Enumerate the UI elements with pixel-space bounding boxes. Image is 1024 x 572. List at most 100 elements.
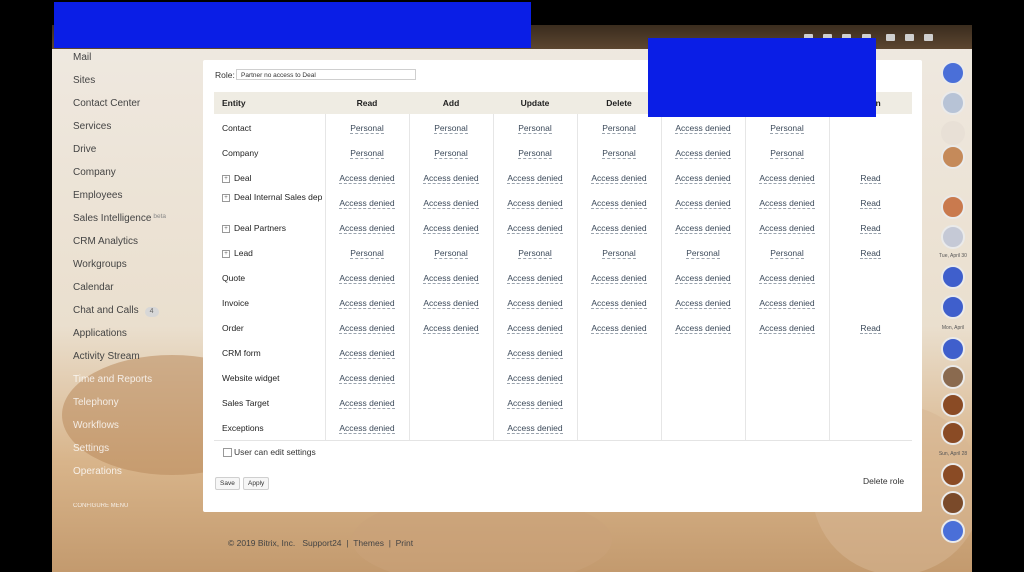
menu-item-time-and-reports[interactable]: Time and Reports xyxy=(73,374,152,385)
permission-link[interactable]: Access denied xyxy=(759,298,815,309)
permission-value[interactable]: Access denied xyxy=(325,348,409,359)
permission-link[interactable]: Access denied xyxy=(675,273,731,284)
permission-link[interactable]: Read xyxy=(860,223,881,234)
permission-link[interactable]: Access denied xyxy=(591,323,647,334)
print-link[interactable]: Print xyxy=(396,538,413,548)
permission-value[interactable]: Access denied xyxy=(325,373,409,384)
menu-item-workflows[interactable]: Workflows xyxy=(73,420,119,431)
phone-icon[interactable] xyxy=(941,491,965,515)
delete-role-link[interactable]: Delete role xyxy=(863,476,904,486)
permission-value[interactable]: Personal xyxy=(745,248,829,259)
permission-value[interactable]: Personal xyxy=(409,123,493,134)
themes-link[interactable]: Themes xyxy=(353,538,384,548)
menu-item-employees[interactable]: Employees xyxy=(73,190,122,201)
permission-link[interactable]: Personal xyxy=(350,123,384,134)
permission-link[interactable]: Personal xyxy=(602,148,636,159)
permission-link[interactable]: Access denied xyxy=(759,198,815,209)
permission-link[interactable]: Access denied xyxy=(339,323,395,334)
permission-link[interactable]: Access denied xyxy=(591,298,647,309)
apply-button[interactable]: Apply xyxy=(243,477,270,490)
permission-value[interactable]: Access denied xyxy=(409,323,493,334)
phone-icon[interactable] xyxy=(941,195,965,219)
permission-link[interactable]: Personal xyxy=(434,148,468,159)
menu-item-chat-and-calls[interactable]: Chat and Calls 4 xyxy=(73,305,159,317)
phone-icon[interactable] xyxy=(941,393,965,417)
expand-icon[interactable]: + xyxy=(222,225,230,233)
permission-value[interactable]: Personal xyxy=(493,123,577,134)
menu-item-calendar[interactable]: Calendar xyxy=(73,282,114,293)
permission-link[interactable]: Personal xyxy=(770,123,804,134)
permission-link[interactable]: Personal xyxy=(770,148,804,159)
permission-value[interactable]: Access denied xyxy=(493,273,577,284)
permission-link[interactable]: Access denied xyxy=(339,273,395,284)
permission-value[interactable]: Access denied xyxy=(577,173,661,184)
menu-item-applications[interactable]: Applications xyxy=(73,328,127,339)
permission-value[interactable]: Access denied xyxy=(325,323,409,334)
menu-item-crm-analytics[interactable]: CRM Analytics xyxy=(73,236,138,247)
permission-link[interactable]: Access denied xyxy=(423,223,479,234)
menu-item-settings[interactable]: Settings xyxy=(73,443,109,454)
permission-link[interactable]: Personal xyxy=(518,123,552,134)
permission-value[interactable]: Access denied xyxy=(745,273,829,284)
permission-value[interactable]: Personal xyxy=(745,123,829,134)
permission-value[interactable]: Access denied xyxy=(493,198,577,209)
permission-link[interactable]: Access denied xyxy=(339,198,395,209)
configure-menu-link[interactable]: CONFIGURE MENU xyxy=(73,503,128,509)
permission-link[interactable]: Access denied xyxy=(423,298,479,309)
permission-value[interactable]: Access denied xyxy=(577,298,661,309)
entity-name[interactable]: + Lead xyxy=(222,248,253,258)
permission-value[interactable]: Access denied xyxy=(661,173,745,184)
permission-value[interactable]: Personal xyxy=(409,148,493,159)
permission-value[interactable]: Access denied xyxy=(577,198,661,209)
permission-link[interactable]: Access denied xyxy=(675,198,731,209)
permission-value[interactable]: Access denied xyxy=(661,298,745,309)
permission-value[interactable]: Access denied xyxy=(409,273,493,284)
permission-value[interactable]: Access denied xyxy=(493,373,577,384)
permission-value[interactable]: Access denied xyxy=(325,173,409,184)
contact-avatar[interactable] xyxy=(941,365,965,389)
permission-value[interactable]: Access denied xyxy=(493,348,577,359)
toolbar-icon[interactable] xyxy=(905,34,914,41)
permission-link[interactable]: Access denied xyxy=(339,348,395,359)
role-name-input[interactable]: Partner no access to Deal xyxy=(236,69,416,80)
permission-link[interactable]: Access denied xyxy=(507,173,563,184)
permission-value[interactable]: Personal xyxy=(325,123,409,134)
permission-value[interactable]: Access denied xyxy=(661,273,745,284)
permission-value[interactable]: Access denied xyxy=(577,323,661,334)
permission-link[interactable]: Access denied xyxy=(675,298,731,309)
permission-link[interactable]: Access denied xyxy=(507,273,563,284)
permission-value[interactable]: Personal xyxy=(493,148,577,159)
magnifier-icon[interactable] xyxy=(941,121,965,145)
permission-value[interactable]: Access denied xyxy=(745,298,829,309)
permission-value[interactable]: Access denied xyxy=(577,223,661,234)
permission-link[interactable]: Access denied xyxy=(339,423,395,434)
permission-link[interactable]: Access denied xyxy=(591,223,647,234)
permission-link[interactable]: Access denied xyxy=(675,148,731,159)
permission-link[interactable]: Access denied xyxy=(423,323,479,334)
permission-value[interactable]: Access denied xyxy=(661,198,745,209)
expand-icon[interactable]: + xyxy=(222,250,230,258)
permission-link[interactable]: Personal xyxy=(770,248,804,259)
permission-value[interactable]: Access denied xyxy=(745,323,829,334)
user-can-edit-checkbox[interactable] xyxy=(223,448,232,457)
permission-value[interactable]: Access denied xyxy=(493,423,577,434)
notification-icon[interactable] xyxy=(941,61,965,85)
permission-link[interactable]: Access denied xyxy=(759,273,815,284)
entity-name[interactable]: + Deal xyxy=(222,173,251,183)
permission-link[interactable]: Access denied xyxy=(339,398,395,409)
permission-value[interactable]: Access denied xyxy=(325,398,409,409)
permission-value[interactable]: Read xyxy=(829,198,912,209)
permission-link[interactable]: Personal xyxy=(350,248,384,259)
permission-link[interactable]: Access denied xyxy=(507,348,563,359)
permission-link[interactable]: Read xyxy=(860,173,881,184)
permission-link[interactable]: Personal xyxy=(434,123,468,134)
phone-icon[interactable] xyxy=(941,145,965,169)
permission-link[interactable]: Access denied xyxy=(423,273,479,284)
permission-value[interactable]: Access denied xyxy=(661,148,745,159)
permission-value[interactable]: Read xyxy=(829,223,912,234)
permission-value[interactable]: Read xyxy=(829,173,912,184)
menu-item-contact-center[interactable]: Contact Center xyxy=(73,98,140,109)
permission-value[interactable]: Access denied xyxy=(661,323,745,334)
permission-link[interactable]: Access denied xyxy=(591,273,647,284)
contact-avatar[interactable] xyxy=(941,519,965,543)
